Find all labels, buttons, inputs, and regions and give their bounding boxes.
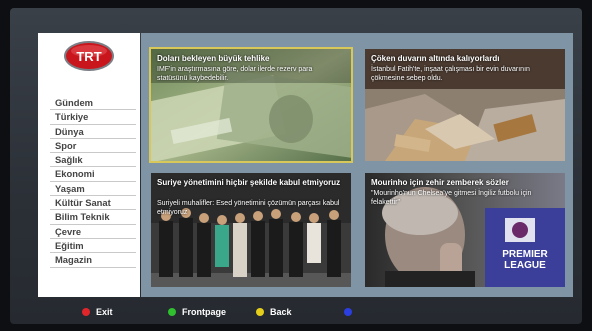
blue-button[interactable]: [344, 302, 364, 322]
exit-label: Exit: [96, 307, 113, 317]
news-tile-dollar[interactable]: Doları bekleyen büyük tehlike IMF'in ara…: [149, 47, 353, 163]
tile-title: Suriye yönetimini hiçbir şekilde kabul e…: [157, 178, 341, 187]
tile-title: Çöken duvarın altında kalıyorlardı: [371, 54, 500, 63]
frontpage-label: Frontpage: [182, 307, 226, 317]
back-button[interactable]: Back: [256, 302, 316, 322]
menu-item-saglik[interactable]: Sağlık: [50, 153, 136, 168]
menu-item-gundem[interactable]: Gündem: [50, 96, 136, 111]
menu-item-kultur-sanat[interactable]: Kültür Sanat: [50, 196, 136, 211]
menu-item-yasam[interactable]: Yaşam: [50, 182, 136, 197]
premier-league-badge: PREMIER LEAGUE: [491, 249, 559, 271]
frontpage-button[interactable]: Frontpage: [168, 302, 248, 322]
red-dot-icon: [82, 308, 90, 316]
menu-item-magazin[interactable]: Magazin: [50, 253, 136, 268]
menu-item-cevre[interactable]: Çevre: [50, 225, 136, 239]
news-grid: Doları bekleyen büyük tehlike IMF'in ara…: [141, 33, 573, 297]
category-menu: Gündem Türkiye Dünya Spor Sağlık Ekonomi…: [50, 96, 136, 268]
trt-logo: TRT: [64, 41, 114, 71]
menu-item-egitim[interactable]: Eğitim: [50, 239, 136, 254]
exit-button[interactable]: Exit: [82, 302, 142, 322]
group-photo-image: [151, 173, 351, 287]
menu-item-ekonomi[interactable]: Ekonomi: [50, 167, 136, 182]
tile-subtitle: "Mourinho'nun Chelsea'ye gitmesi İngiliz…: [371, 190, 532, 206]
menu-item-dunya[interactable]: Dünya: [50, 125, 136, 139]
tile-subtitle: İstanbul Fatih'te, inşaat çalışması bir …: [371, 66, 530, 82]
blue-dot-icon: [344, 308, 352, 316]
badge-line-1: PREMIER: [502, 249, 548, 260]
remote-footer: Exit Frontpage Back: [38, 302, 573, 322]
badge-line-2: LEAGUE: [504, 260, 546, 271]
tile-subtitle: IMF'in araştırmasına göre, dolar ilerde …: [157, 66, 313, 82]
menu-item-turkiye[interactable]: Türkiye: [50, 110, 136, 125]
menu-item-bilim-teknik[interactable]: Bilim Teknik: [50, 210, 136, 225]
logo-text: TRT: [76, 49, 101, 64]
tile-subtitle: Suriyeli muhalifler: Esed yönetimini çöz…: [157, 200, 340, 216]
news-tile-mourinho[interactable]: Mourinho için zehir zemberek sözler "Mou…: [365, 173, 565, 287]
sidebar: TRT Gündem Türkiye Dünya Spor Sağlık Eko…: [38, 33, 140, 297]
back-label: Back: [270, 307, 292, 317]
tile-title: Doları bekleyen büyük tehlike: [157, 54, 270, 63]
yellow-dot-icon: [256, 308, 264, 316]
news-tile-wall[interactable]: Çöken duvarın altında kalıyorlardı İstan…: [365, 49, 565, 161]
menu-item-spor[interactable]: Spor: [50, 139, 136, 154]
news-tile-syria[interactable]: Suriye yönetimini hiçbir şekilde kabul e…: [151, 173, 351, 287]
green-dot-icon: [168, 308, 176, 316]
tile-title: Mourinho için zehir zemberek sözler: [371, 178, 509, 187]
